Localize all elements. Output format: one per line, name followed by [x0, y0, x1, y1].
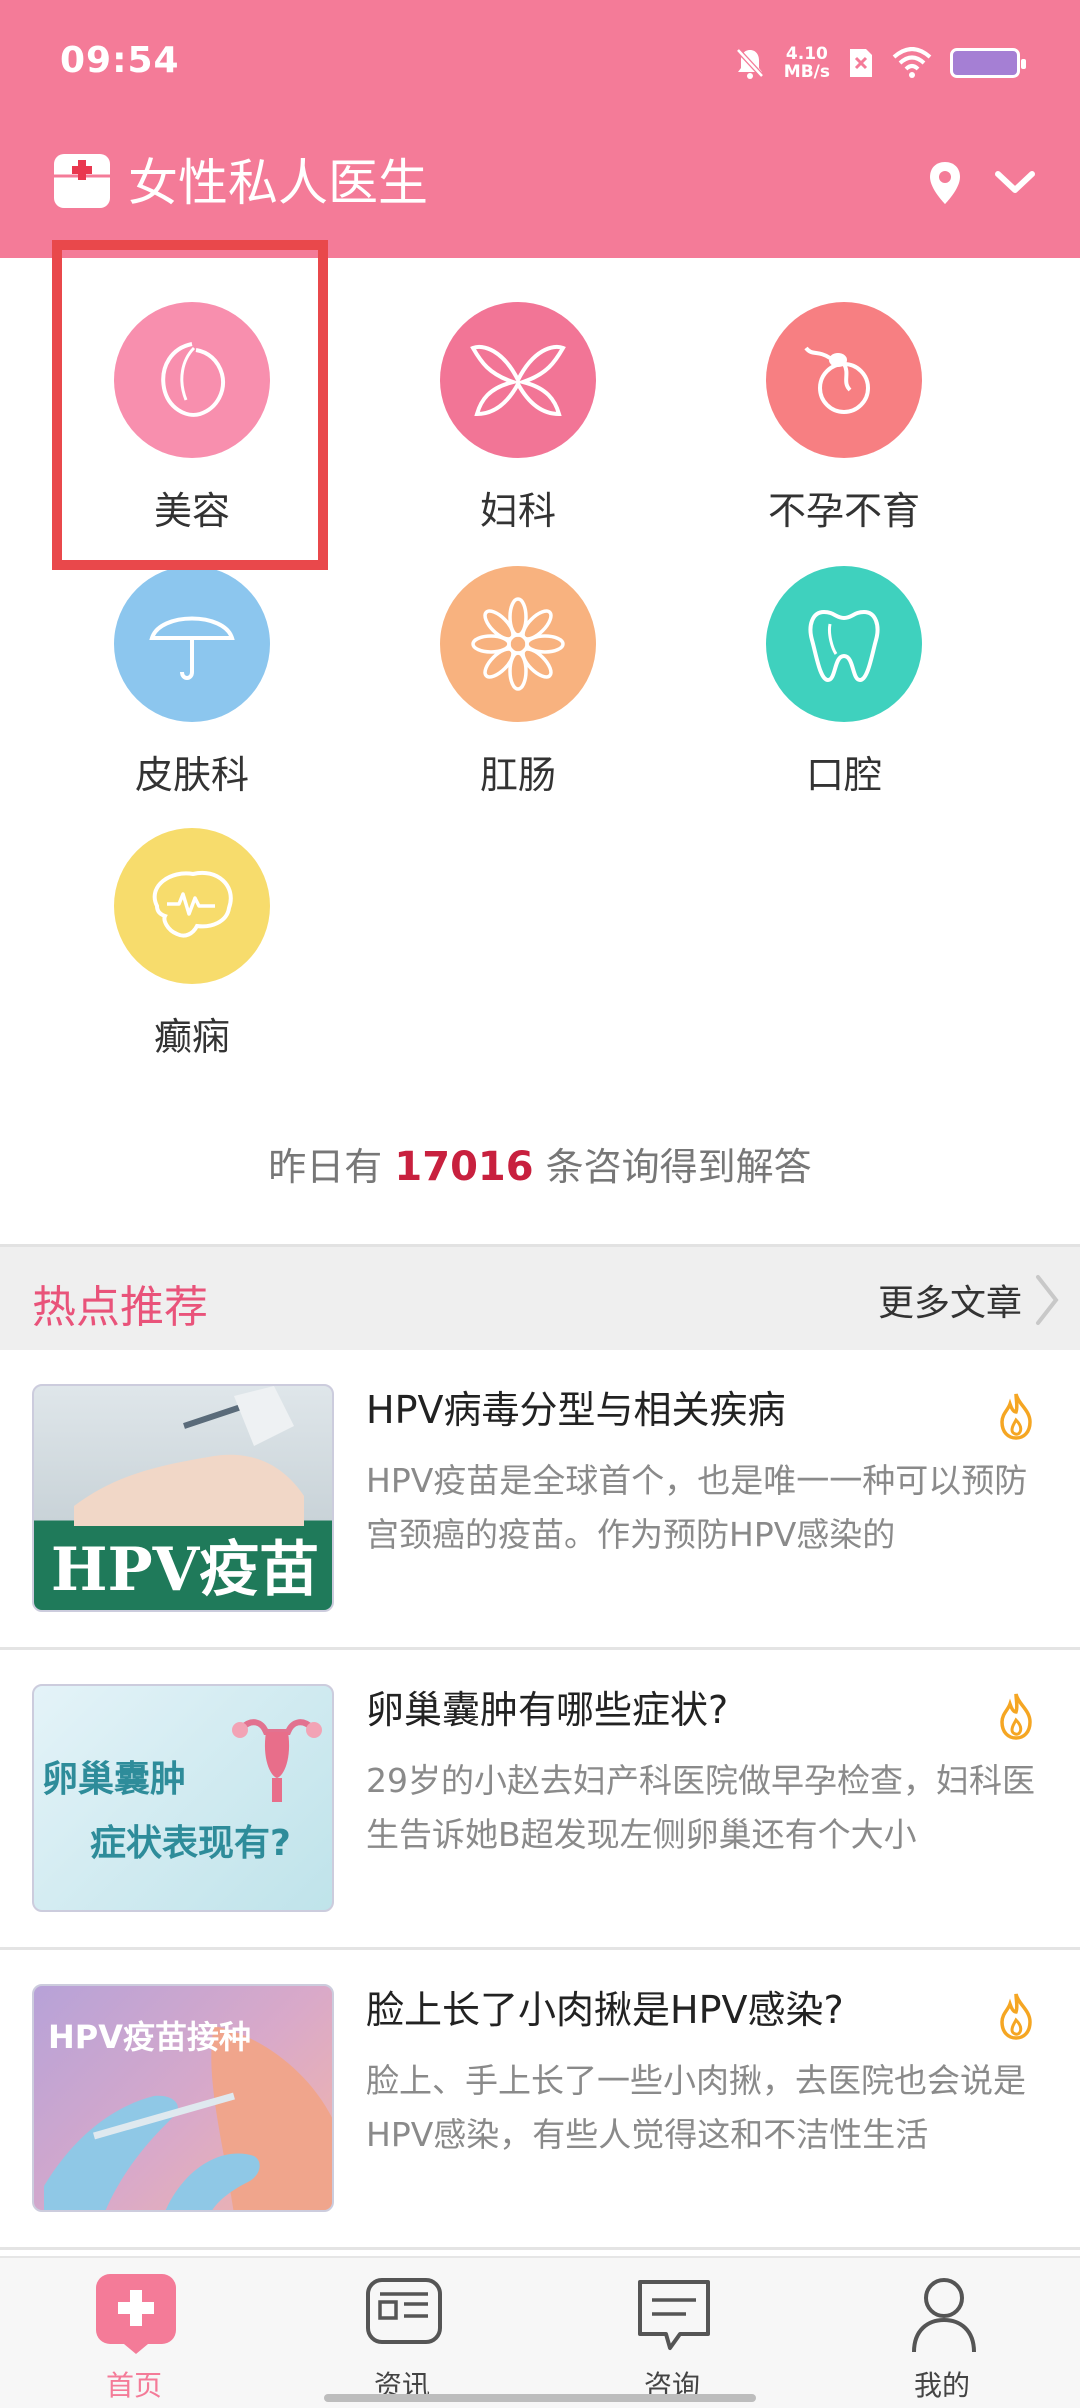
category-label: 口腔: [805, 753, 882, 797]
stats-suffix: 条咨询得到解答: [545, 1145, 812, 1189]
category-label: 皮肤科: [134, 753, 249, 797]
bottom-nav: 首页 资讯 咨询 我的: [0, 2256, 1080, 2408]
more-articles-label: 更多文章: [877, 1283, 1022, 1324]
news-icon: [366, 2278, 442, 2344]
brain-icon: [152, 870, 233, 938]
thumbnail-caption: HPV疫苗接种: [48, 2018, 252, 2056]
category-label: 不孕不育: [767, 489, 920, 533]
screen: 09:54 4.10 MB/s 女性私人医生 美容 妇科 不孕不育 皮肤科 肛肠…: [0, 0, 1080, 2408]
category-circle: [440, 302, 596, 458]
thumbnail-caption-line1: 卵巢囊肿: [42, 1759, 187, 1800]
article-thumbnail: HPV疫苗: [32, 1384, 334, 1612]
sperm-icon: [804, 346, 870, 414]
nav-profile[interactable]: 我的: [842, 2272, 1042, 2402]
chevron-down-icon[interactable]: [990, 160, 1040, 206]
flower-icon: [471, 597, 565, 691]
category-gynecology[interactable]: 妇科: [398, 302, 638, 542]
no-sim-icon: [850, 49, 872, 77]
nav-home[interactable]: 首页: [34, 2272, 234, 2402]
nav-news[interactable]: 资讯: [302, 2272, 502, 2402]
nav-label: 我的: [913, 2369, 970, 2402]
uterus-illustration: [232, 1719, 322, 1802]
category-epilepsy[interactable]: 癫痫: [72, 828, 312, 1068]
stats-prefix: 昨日有: [268, 1145, 383, 1189]
stats-count: 17016: [394, 1144, 534, 1190]
fire-icon: [1000, 1693, 1032, 1740]
chevron-right-icon: [1036, 1275, 1059, 1325]
article-title: HPV病毒分型与相关疾病: [366, 1388, 786, 1432]
selection-highlight: [52, 240, 328, 570]
category-circle: [766, 566, 922, 722]
fire-icon: [1000, 1993, 1032, 2040]
status-icons: 4.10 MB/s: [734, 40, 1026, 86]
category-infertility[interactable]: 不孕不育: [724, 302, 964, 542]
mute-icon: [735, 48, 764, 79]
category-label: 癫痫: [153, 1015, 230, 1059]
category-dermatology[interactable]: 皮肤科: [72, 566, 312, 806]
tooth-icon: [808, 609, 880, 683]
battery-icon: [950, 48, 1026, 78]
hot-section-bar: 热点推荐 更多文章: [0, 1244, 1080, 1350]
article-excerpt: 29岁的小赵去妇产科医院做早孕检查，妇科医生告诉她B超发现左侧卵巢还有个大小: [366, 1761, 1035, 1854]
category-circle: [114, 828, 270, 984]
article-thumbnail: HPV疫苗接种: [32, 1984, 334, 2212]
fire-icon: [1000, 1393, 1032, 1440]
wifi-icon: [892, 47, 932, 78]
net-speed-value: 4.10: [785, 44, 828, 64]
article-excerpt: 脸上、手上长了一些小肉揪，去医院也会说是HPV感染，有些人觉得这和不洁性生活: [366, 2061, 1026, 2154]
app-header: 09:54 4.10 MB/s 女性私人医生: [0, 0, 1080, 258]
chat-icon: [638, 2280, 710, 2350]
article-item[interactable]: HPV疫苗接种 脸上长了小肉揪是HPV感染? 脸上、手上长了一些小肉揪，去医院也…: [0, 1950, 1080, 2250]
butterfly-icon: [470, 344, 566, 417]
category-circle: [114, 566, 270, 722]
umbrella-icon: [149, 616, 235, 680]
more-articles-button[interactable]: 更多文章: [878, 1273, 1060, 1327]
home-chat-icon: [96, 2274, 176, 2354]
article-title: 脸上长了小肉揪是HPV感染?: [366, 1988, 844, 2032]
hands-syringe-image: [74, 1386, 304, 1526]
article-title: 卵巢囊肿有哪些症状?: [366, 1688, 729, 1732]
category-anorectal[interactable]: 肛肠: [398, 566, 638, 806]
category-label: 肛肠: [479, 753, 556, 797]
location-icon[interactable]: [922, 158, 968, 208]
app-title: 女性私人医生: [128, 154, 428, 212]
article-item[interactable]: 卵巢囊肿 症状表现有? 卵巢囊肿有哪些症状? 29岁的小赵去妇产科医院做早孕检查…: [0, 1650, 1080, 1950]
nav-label: 首页: [105, 2369, 162, 2402]
article-thumbnail: 卵巢囊肿 症状表现有?: [32, 1684, 334, 1912]
category-dental[interactable]: 口腔: [724, 566, 964, 806]
article-item[interactable]: HPV疫苗 HPV病毒分型与相关疾病 HPV疫苗是全球首个，也是唯一一种可以预防…: [0, 1350, 1080, 1650]
status-time: 09:54: [60, 40, 180, 81]
thumbnail-caption-line2: 症状表现有?: [90, 1823, 291, 1864]
nav-consult[interactable]: 咨询: [572, 2272, 772, 2402]
net-speed: 4.10 MB/s: [784, 45, 830, 81]
thumbnail-caption: HPV疫苗: [50, 1535, 320, 1605]
category-circle: [766, 302, 922, 458]
user-icon: [912, 2278, 976, 2353]
article-excerpt: HPV疫苗是全球首个，也是唯一一种可以预防宫颈癌的疫苗。作为预防HPV感染的: [366, 1461, 1028, 1554]
net-speed-unit: MB/s: [783, 62, 830, 82]
app-logo-icon: [54, 154, 110, 208]
category-circle: [440, 566, 596, 722]
home-indicator[interactable]: [324, 2394, 756, 2402]
hot-title: 热点推荐: [32, 1282, 208, 1333]
category-label: 妇科: [479, 489, 556, 533]
consult-stats: 昨日有 17016 条咨询得到解答: [0, 1136, 1080, 1191]
